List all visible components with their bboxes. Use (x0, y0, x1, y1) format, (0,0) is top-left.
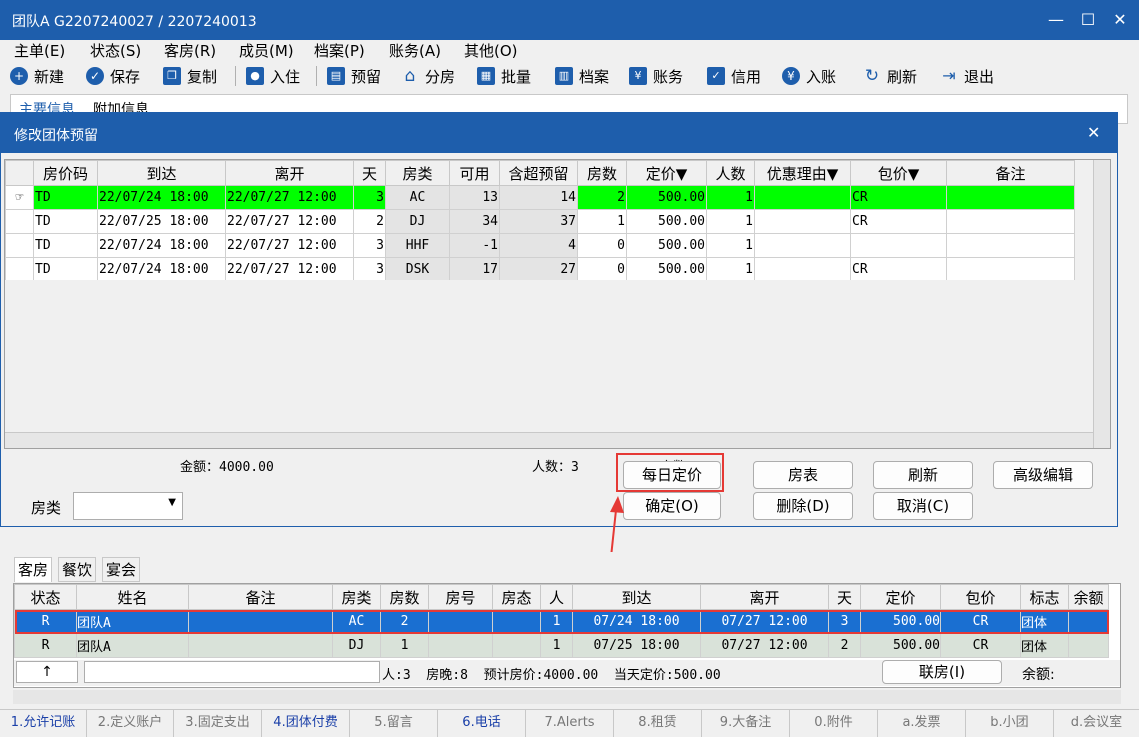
col-room-status[interactable]: 房态 (492, 584, 541, 610)
col-room-number[interactable]: 房号 (428, 584, 493, 610)
col-price[interactable]: 定价 (860, 584, 941, 610)
bottom-tab-bar: 1.允许记账 2.定义账户 3.固定支出 4.团体付费 5.留言 6.电话 7.… (0, 709, 1139, 737)
tab-big-remark[interactable]: 9.大备注 (702, 710, 790, 737)
tab-dining[interactable]: 餐饮 (58, 557, 97, 582)
move-up-button[interactable]: ↑ (16, 661, 78, 683)
col-status[interactable]: 状态 (14, 584, 77, 610)
tab-banquet[interactable]: 宴会 (102, 557, 141, 582)
tab-alerts[interactable]: 7.Alerts (526, 710, 614, 737)
col-package[interactable]: 包价 (940, 584, 1021, 610)
tab-phone[interactable]: 6.电话 (438, 710, 526, 737)
col-room-type[interactable]: 房类 (332, 584, 381, 610)
tab-fixed-charges[interactable]: 3.固定支出 (174, 710, 262, 737)
tab-attachments[interactable]: 0.附件 (790, 710, 878, 737)
col-balance[interactable]: 余额 (1068, 584, 1109, 610)
col-room-count[interactable]: 房数 (380, 584, 429, 610)
table-row[interactable]: R 团队A AC 2 1 07/24 18:00 07/27 12:00 3 5… (14, 609, 1109, 634)
col-remark[interactable]: 备注 (188, 584, 333, 610)
balance-label: 余额: (1022, 667, 1055, 683)
member-search-input[interactable] (84, 661, 380, 683)
tab-subgroup[interactable]: b.小团 (966, 710, 1054, 737)
col-persons[interactable]: 人 (540, 584, 573, 610)
table-row[interactable]: R 团队A DJ 1 1 07/25 18:00 07/27 12:00 2 5… (14, 633, 1109, 658)
members-panel: 客房 餐饮 宴会 状态 姓名 备注 房类 房数 房号 房态 人 到达 离开 天 … (10, 552, 1128, 707)
horizontal-scrollbar[interactable] (13, 690, 1121, 704)
tab-group-payment[interactable]: 4.团体付费 (262, 710, 350, 737)
members-grid: 状态 姓名 备注 房类 房数 房号 房态 人 到达 离开 天 定价 包价 标志 … (13, 583, 1121, 688)
col-flag[interactable]: 标志 (1020, 584, 1069, 610)
col-days[interactable]: 天 (828, 584, 861, 610)
members-footer: ↑ 人:3 房晚:8 预计房价:4000.00 当天定价:500.00 联房(I… (14, 660, 1120, 686)
tab-meeting-room[interactable]: d.会议室 (1054, 710, 1139, 737)
tab-rental[interactable]: 8.租赁 (614, 710, 702, 737)
col-departure[interactable]: 离开 (700, 584, 829, 610)
col-name[interactable]: 姓名 (76, 584, 189, 610)
tab-messages[interactable]: 5.留言 (350, 710, 438, 737)
tab-allow-posting[interactable]: 1.允许记账 (0, 710, 87, 737)
link-room-button[interactable]: 联房(I) (882, 660, 1002, 684)
members-stats: 人:3 房晚:8 预计房价:4000.00 当天定价:500.00 (382, 668, 721, 683)
tab-define-account[interactable]: 2.定义账户 (87, 710, 174, 737)
tab-rooms[interactable]: 客房 (14, 557, 53, 582)
tab-invoice[interactable]: a.发票 (878, 710, 966, 737)
col-arrival[interactable]: 到达 (572, 584, 701, 610)
